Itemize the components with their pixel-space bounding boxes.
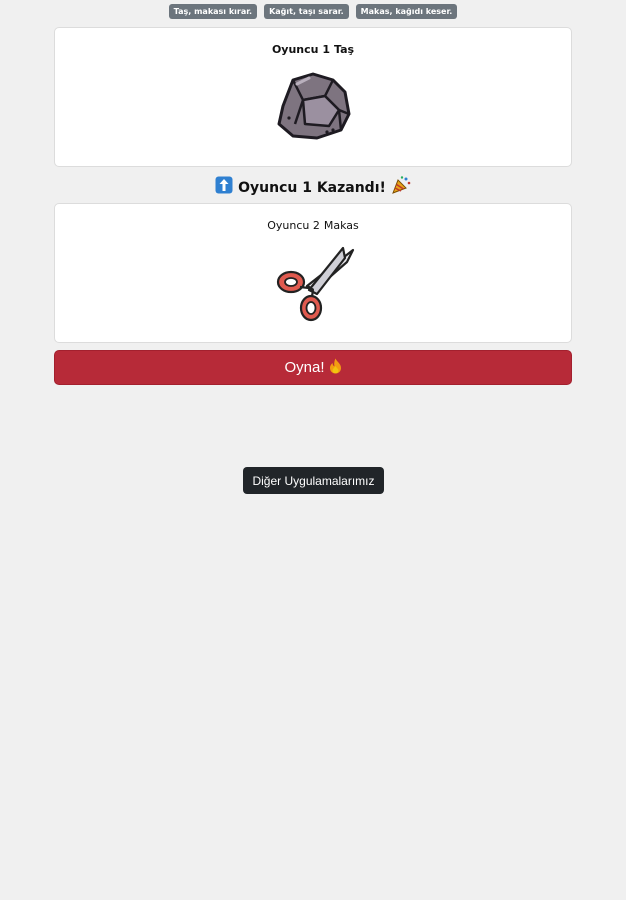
player1-title: Oyuncu 1 Taş (55, 43, 571, 56)
rule-badge-paper: Kağıt, taşı sarar. (264, 4, 349, 19)
fire-icon (329, 358, 342, 378)
other-apps-button[interactable]: Diğer Uygulamalarımız (243, 467, 384, 494)
play-button[interactable]: Oyna! (54, 350, 572, 385)
player1-label: Oyuncu 1 (271, 43, 330, 56)
rule-badge-scissors: Makas, kağıdı keser. (355, 4, 458, 19)
player1-choice: Taş (333, 43, 355, 56)
party-popper-icon (391, 176, 411, 200)
result-text: Oyuncu 1 Kazandı! (238, 180, 386, 196)
rule-badge-rock: Taş, makası kırar. (168, 4, 258, 19)
player1-card: Oyuncu 1 Taş (54, 27, 572, 167)
rock-icon (277, 72, 351, 140)
player2-label: Oyuncu 2 (267, 219, 320, 232)
play-button-label: Oyna! (284, 359, 325, 376)
player2-title: Oyuncu 2 Makas (55, 219, 571, 232)
scissors-icon (276, 246, 355, 322)
up-arrow-icon (215, 176, 233, 200)
result-banner: Oyuncu 1 Kazandı! (0, 176, 626, 200)
other-apps-button-label: Diğer Uygulamalarımız (252, 473, 375, 488)
player2-choice: Makas (323, 219, 359, 232)
player2-card: Oyuncu 2 Makas (54, 203, 572, 343)
rules-bar: Taş, makası kırar. Kağıt, taşı sarar. Ma… (0, 4, 626, 19)
